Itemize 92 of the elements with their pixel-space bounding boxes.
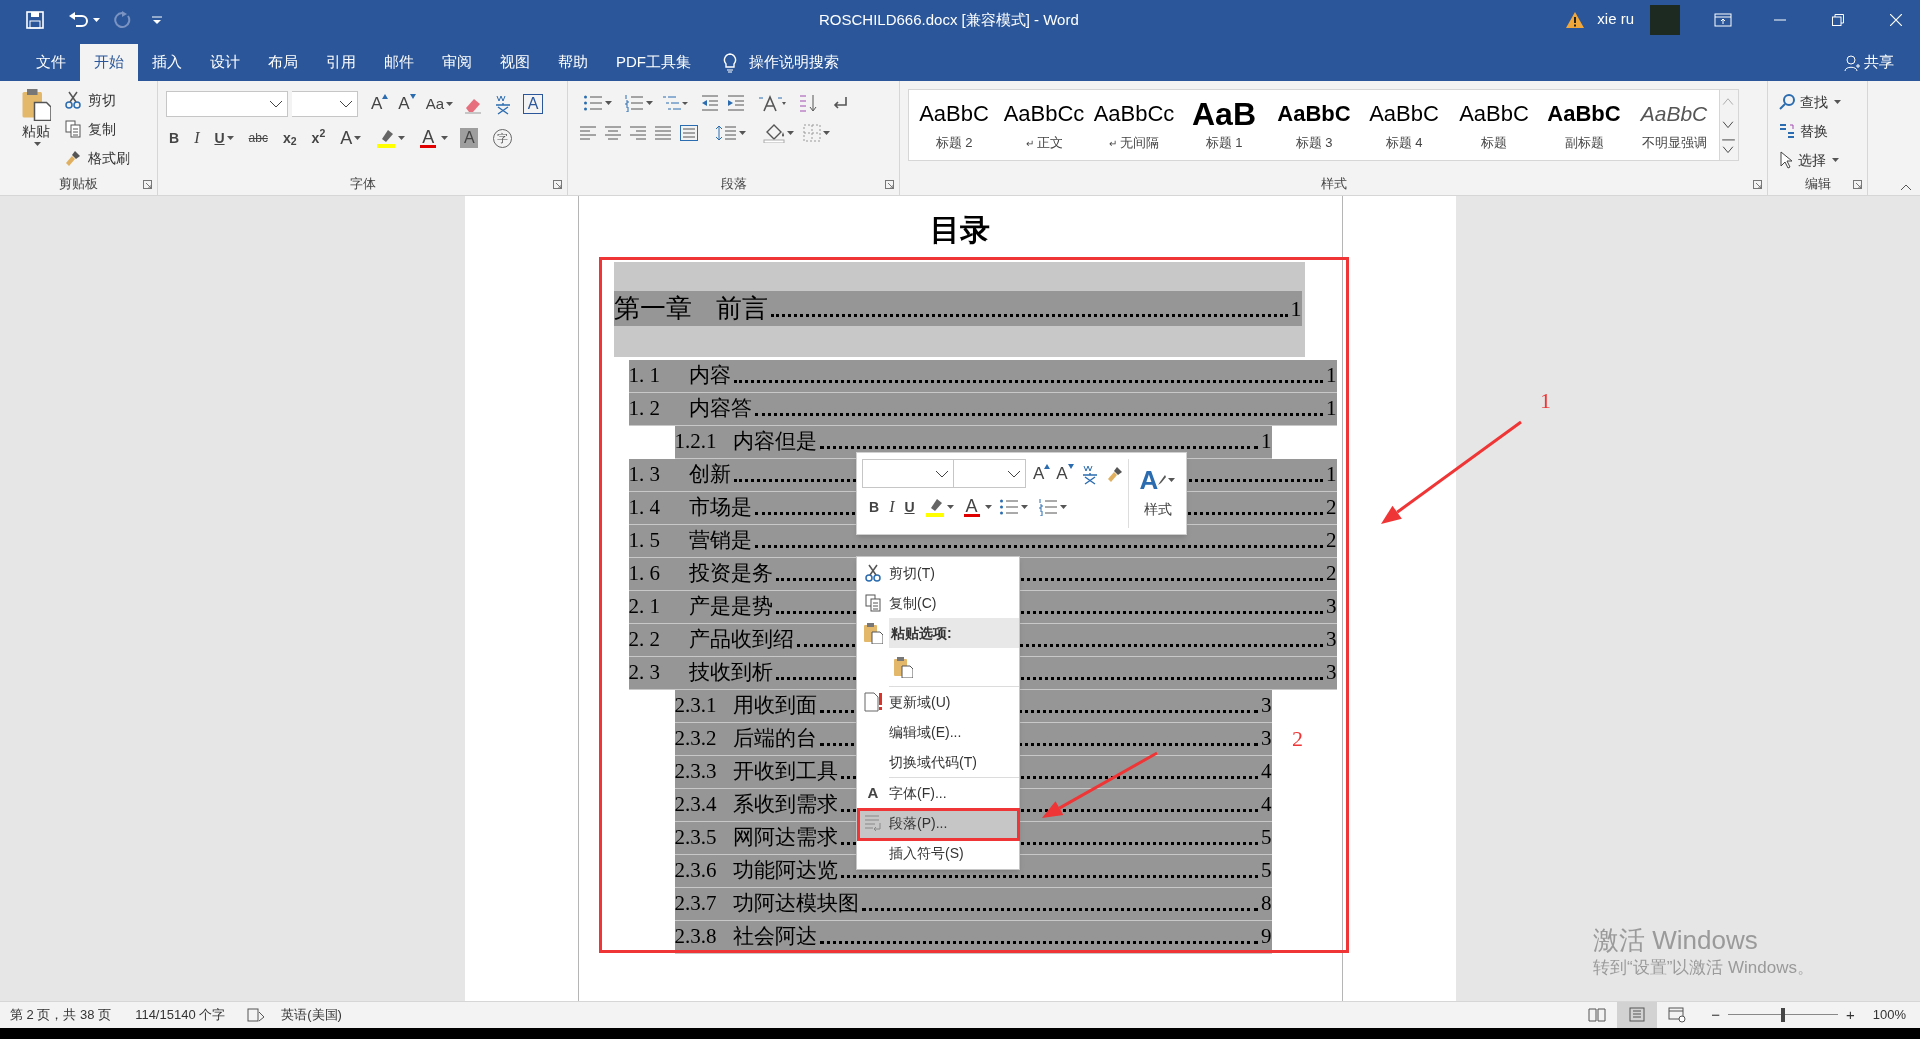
toc-number: 1. 4 — [628, 494, 661, 522]
style-name: 标题 2 — [935, 134, 973, 153]
toc-page-number: 4 — [1261, 791, 1272, 819]
toc-page-number: 8 — [1261, 890, 1272, 918]
document-title: 目录 — [930, 212, 990, 248]
styles-label: 样式 — [1143, 500, 1172, 519]
toc-page-number: 3 — [1326, 626, 1337, 654]
toc-page-number: 1 — [1326, 395, 1337, 423]
paragraph-mark: ↵ — [1025, 136, 1034, 151]
style-name: 不明显强调 — [1641, 134, 1707, 153]
style-preview: AaBbC — [919, 100, 989, 129]
toc-number: 1.2.1 — [674, 428, 718, 456]
toc-page-number: 2 — [1326, 494, 1337, 522]
toc-title: 营销是 — [688, 527, 752, 555]
style-preview: AaBbC — [1277, 100, 1351, 129]
group-label: 字体 — [349, 174, 376, 193]
toc-number: 2. 3 — [628, 659, 661, 687]
toc-page-number: 4 — [1261, 758, 1272, 786]
style-preview: AaB — [1192, 97, 1256, 132]
toc-page-number: 3 — [1261, 692, 1272, 720]
toc-title: 前言 — [715, 293, 768, 325]
style-name: 标题 3 — [1295, 134, 1333, 153]
toc-title: 社会阿达 — [732, 923, 817, 951]
toc-title: 功能阿达览 — [732, 857, 838, 885]
style-preview: AaBbC — [1547, 100, 1621, 129]
style-preview: AaBbCc — [1003, 100, 1085, 129]
toc-number: 2.3.2 — [674, 725, 718, 753]
style-preview: AaBbC — [1369, 100, 1439, 129]
group-label: 段落 — [720, 174, 747, 193]
toc-title: 网阿达需求 — [732, 824, 838, 852]
toc-page-number: 1 — [1261, 428, 1272, 456]
window-title: ROSCHILD666.docx [兼容模式] - Word — [819, 10, 1079, 30]
activation-title: 激活 Windows — [1593, 924, 1759, 956]
toc-title: 开收到工具 — [732, 758, 838, 786]
toc-title: 产品收到绍 — [688, 626, 794, 654]
font-glyph: A — [867, 782, 879, 803]
toc-page-number: 1 — [1290, 295, 1302, 323]
style-name: 副标题 — [1564, 134, 1604, 153]
toc-page-number: 3 — [1326, 593, 1337, 621]
toc-title: 技收到析 — [688, 659, 773, 687]
toc-number: 1. 2 — [628, 395, 661, 423]
toc-number: 1. 1 — [628, 362, 661, 390]
style-name: 无间隔 — [1120, 134, 1159, 153]
toc-title: 后端的台 — [732, 725, 817, 753]
styles-glyph: A — [1139, 467, 1159, 493]
toc-title: 内容 — [688, 362, 731, 390]
toc-title: 用收到面 — [732, 692, 817, 720]
toc-page-number: 5 — [1261, 857, 1272, 885]
toc-page-number: 2 — [1326, 560, 1337, 588]
group-label: 剪贴板 — [59, 174, 98, 193]
toc-title: 系收到需求 — [732, 791, 838, 819]
toc-title: 内容答 — [688, 395, 752, 423]
activation-text: 转到“设置”以激活 Windows。 — [1593, 957, 1814, 979]
toc-page-number: 3 — [1261, 725, 1272, 753]
toc-number: 2.3.6 — [674, 857, 718, 885]
style-preview: AaBbCc — [1093, 100, 1175, 129]
toc-number: 2.3.8 — [674, 923, 718, 951]
menu-section-header: 粘贴选项: — [889, 618, 1019, 648]
toc-title: 投资是务 — [688, 560, 773, 588]
toc-number: 2.3.4 — [674, 791, 718, 819]
toc-title: 产是是势 — [688, 593, 773, 621]
toc-page-number: 1 — [1326, 362, 1337, 390]
group-label: 样式 — [1320, 174, 1347, 193]
toc-title: 功阿达模块图 — [732, 890, 859, 918]
toc-title: 市场是 — [688, 494, 752, 522]
style-preview: AaBbC — [1640, 101, 1708, 128]
toc-number: 2.3.1 — [674, 692, 718, 720]
style-preview: AaBbC — [1459, 100, 1529, 129]
annotation-number: 1 — [1540, 387, 1551, 415]
toc-number: 2.3.3 — [674, 758, 718, 786]
toc-number: 1. 3 — [628, 461, 661, 489]
toc-number: 2. 1 — [628, 593, 661, 621]
toc-page-number: 2 — [1326, 527, 1337, 555]
toc-title: 创新 — [688, 461, 731, 489]
paragraph-mark: ↵ — [1109, 136, 1117, 151]
toc-number: 1. 5 — [628, 527, 661, 555]
toc-page-number: 9 — [1261, 923, 1272, 951]
toc-number: 2. 2 — [628, 626, 661, 654]
style-name: 标题 — [1481, 134, 1507, 153]
toc-title: 内容但是 — [732, 428, 817, 456]
annotation-number: 2 — [1292, 725, 1303, 753]
style-name: 标题 4 — [1385, 134, 1423, 153]
toc-page-number: 3 — [1326, 659, 1337, 687]
toc-page-number: 5 — [1261, 824, 1272, 852]
toc-number: 2.3.7 — [674, 890, 718, 918]
style-name: 标题 1 — [1205, 134, 1243, 153]
toc-page-number: 1 — [1326, 461, 1337, 489]
toc-number: 第一章 — [613, 293, 692, 325]
toc-number: 2.3.5 — [674, 824, 718, 852]
style-name: 正文 — [1036, 134, 1063, 153]
group-label: 编辑 — [1804, 174, 1831, 193]
toc-number: 1. 6 — [628, 560, 661, 588]
